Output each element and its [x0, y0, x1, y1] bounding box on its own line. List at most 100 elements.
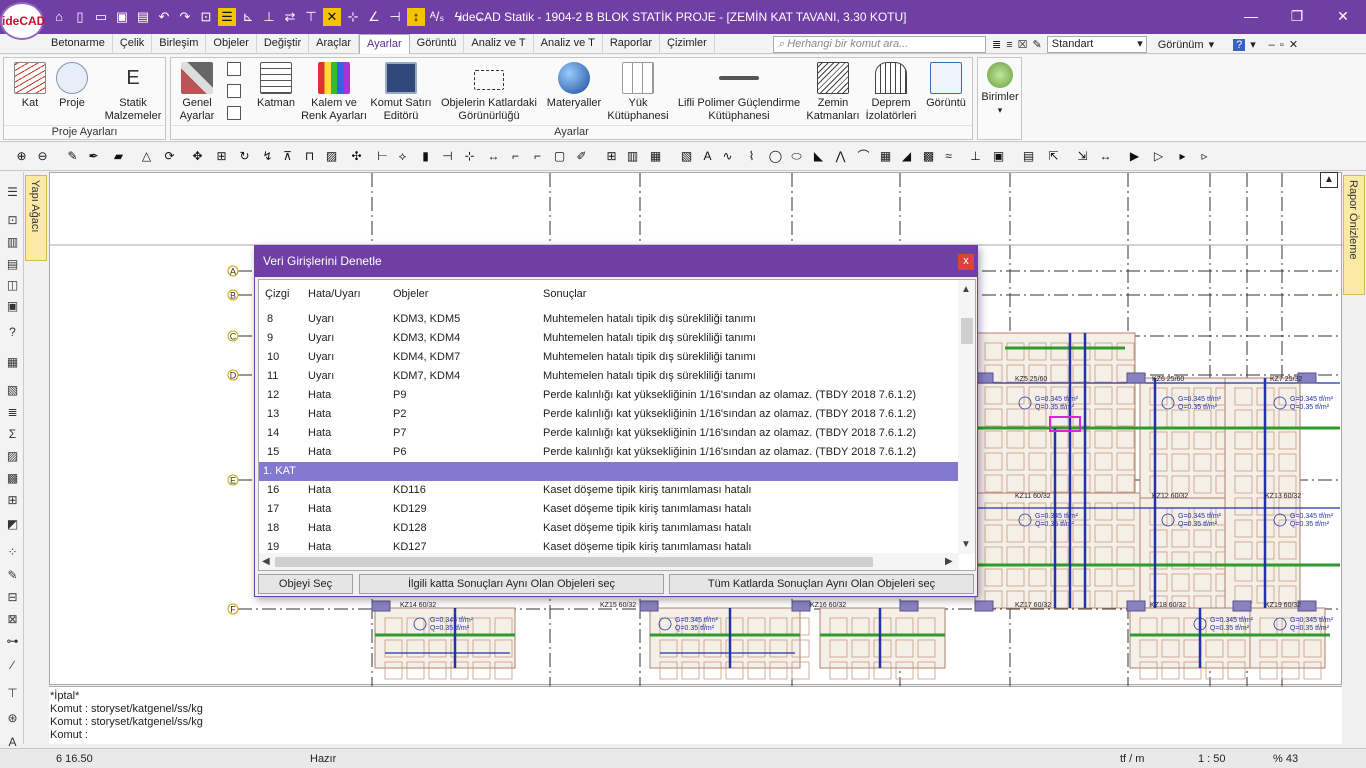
side-tool-icon[interactable]: ▧ [4, 382, 21, 399]
close-window-button[interactable]: ✕ [1320, 0, 1366, 32]
horizontal-scroll-thumb[interactable] [275, 557, 873, 567]
save-icon[interactable]: ▣ [113, 8, 131, 26]
side-tool-icon[interactable]: ▨ [4, 448, 21, 465]
extend-icon[interactable]: ⊹ [344, 8, 362, 26]
side-tool-icon[interactable]: Σ [4, 426, 21, 443]
drawing-tool-icon[interactable]: ⬭ [789, 149, 804, 164]
drawing-tool-icon[interactable]: ✥ [190, 149, 205, 164]
drawing-tool-icon[interactable]: ⊖ [35, 149, 50, 164]
drawing-tool-icon[interactable]: ▨ [324, 149, 339, 164]
objelerin-gorunurlugu-button[interactable]: Objelerin Katlardaki Görünürlüğü [435, 62, 543, 123]
text-ab-icon[interactable]: ᴬ/ₛ [428, 8, 446, 26]
side-tool-icon[interactable]: ▥ [4, 234, 21, 251]
drawing-tool-icon[interactable]: ⋀ [833, 149, 848, 164]
mdi-restore-icon[interactable]: ▫ [1280, 39, 1284, 51]
drawing-tool-icon[interactable]: ↔ [1098, 149, 1113, 164]
zoom-window-icon[interactable]: ⊡ [197, 8, 215, 26]
side-tool-icon[interactable]: ⊶ [4, 633, 21, 650]
small-settings-icon-2[interactable] [227, 84, 241, 98]
tab-10[interactable]: Analiz ve T [534, 34, 603, 54]
table-row[interactable]: 16 Hata KD116 Kaset döşeme tipik kiriş tanı… [259, 481, 959, 500]
table-row[interactable]: 8 Uyarı KDM3, KDM5 Muhtemelen hatalı tipik … [259, 310, 959, 329]
goruntu-ayar-button[interactable]: Görüntü [921, 62, 971, 110]
drawing-tool-icon[interactable]: ▶ [1127, 149, 1142, 164]
drawing-tool-icon[interactable]: ◯ [768, 149, 783, 164]
tab-2[interactable]: Çelik [113, 34, 153, 54]
move-icon[interactable]: ⇄ [281, 8, 299, 26]
dialog-title-bar[interactable]: Veri Girişlerini Denetle x [255, 246, 977, 277]
scroll-up-icon[interactable]: ▲ [961, 284, 971, 295]
drawing-tool-icon[interactable]: ▣ [991, 149, 1006, 164]
mdi-close-icon[interactable]: ✕ [1289, 38, 1298, 51]
side-tool-icon[interactable]: ⊛ [4, 710, 21, 727]
app-logo[interactable]: ideCAD [2, 4, 45, 38]
table-row[interactable]: 11 Uyarı KDM7, KDM4 Muhtemelen hatalı tipik… [259, 367, 959, 386]
drawing-tool-icon[interactable]: ⇲ [1075, 149, 1090, 164]
tab-6[interactable]: Araçlar [309, 34, 359, 54]
scroll-down-icon[interactable]: ▼ [961, 539, 971, 550]
drawing-tool-icon[interactable]: ⊞ [214, 149, 229, 164]
drawing-tool-icon[interactable]: ▮ [418, 149, 433, 164]
side-tool-icon[interactable]: ⊠ [4, 611, 21, 628]
column-header-cizgi[interactable]: Çizgi [265, 288, 289, 300]
drawing-tool-icon[interactable]: ⌒ [856, 149, 871, 164]
statik-malzemeler-button[interactable]: E Statik Malzemeler [104, 62, 162, 123]
scroll-right-icon[interactable]: ▶ [945, 556, 953, 567]
rapor-onizleme-panel-tab[interactable]: Rapor Önizleme [1343, 175, 1365, 295]
snap-icon[interactable]: ⊾ [239, 8, 257, 26]
drawing-tool-icon[interactable]: ↻ [237, 149, 252, 164]
birimler-button[interactable]: Birimler ▾ [980, 62, 1020, 117]
tab-3[interactable]: Birleşim [152, 34, 207, 54]
restore-button[interactable]: ❐ [1274, 0, 1320, 32]
vertical-scrollbar[interactable]: ▲ ▼ [958, 280, 975, 554]
angle-icon[interactable]: ∠ [365, 8, 383, 26]
deprem-izolatorleri-button[interactable]: Deprem İzolatörleri [861, 62, 921, 123]
side-tool-icon[interactable]: ◫ [4, 277, 21, 294]
drawing-tool-icon[interactable]: ⌇ [744, 149, 759, 164]
ortho-icon[interactable]: ⊥ [260, 8, 278, 26]
drawing-tool-icon[interactable]: ✣ [349, 149, 364, 164]
horizontal-scrollbar[interactable]: ◀ ▶ [259, 553, 959, 570]
drawing-tool-icon[interactable]: ▷ [1151, 149, 1166, 164]
mdi-minimize-icon[interactable]: – [1269, 39, 1275, 51]
layers-edit-icon[interactable]: ≡ [1006, 39, 1012, 51]
tab-8[interactable]: Görüntü [410, 34, 465, 54]
drawing-tool-icon[interactable]: ▦ [648, 149, 663, 164]
side-tool-icon[interactable]: ⊞ [4, 492, 21, 509]
vertical-scroll-thumb[interactable] [961, 318, 973, 344]
drawing-tool-icon[interactable]: ⊹ [462, 149, 477, 164]
drawing-tool-icon[interactable]: ⌐ [508, 149, 523, 164]
drawing-tool-icon[interactable]: ⟡ [395, 149, 410, 164]
home-icon[interactable]: ⌂ [50, 8, 68, 26]
canvas-collapse-icon[interactable]: ▲ [1320, 172, 1338, 188]
side-tool-icon[interactable]: ◩ [4, 516, 21, 533]
tab-11[interactable]: Raporlar [603, 34, 661, 54]
drawing-tool-icon[interactable]: △ [139, 149, 154, 164]
checkbox-icon[interactable]: ☒ [1018, 38, 1028, 51]
drawing-tool-icon[interactable]: ▥ [625, 149, 640, 164]
kat-button[interactable]: Kat [10, 62, 50, 110]
measure-icon[interactable]: ⊣ [386, 8, 404, 26]
column-header-objeler[interactable]: Objeler [393, 288, 428, 300]
proje-button[interactable]: Proje [52, 62, 92, 110]
drawing-tool-icon[interactable]: ↔ [486, 149, 501, 164]
drawing-tool-icon[interactable]: ◣ [811, 149, 826, 164]
drawing-tool-icon[interactable]: ∿ [720, 149, 735, 164]
drawing-tool-icon[interactable]: ◢ [899, 149, 914, 164]
lightning-icon[interactable]: ϟ [449, 8, 467, 26]
side-tool-icon[interactable]: ≣ [4, 404, 21, 421]
lifli-polimer-button[interactable]: Lifli Polimer Güçlendirme Kütüphanesi [671, 62, 807, 123]
drawing-tool-icon[interactable]: ⊞ [604, 149, 619, 164]
drawing-tool-icon[interactable]: ⊕ [14, 149, 29, 164]
open-folder-icon[interactable]: ▭ [92, 8, 110, 26]
layers-stack-icon[interactable]: ≣ [992, 38, 1001, 51]
side-tool-icon[interactable]: ⊤ [4, 685, 21, 702]
trim-icon[interactable]: ⊤ [302, 8, 320, 26]
view-dropdown[interactable]: Görünüm [1158, 39, 1204, 51]
help-dropdown-icon[interactable]: ▾ [1250, 38, 1256, 51]
tab-9[interactable]: Analiz ve T [464, 34, 534, 54]
table-row[interactable]: 13 Hata P2 Perde kalınlığı kat yüksekliğini… [259, 405, 959, 424]
side-tool-icon[interactable]: ✎ [4, 567, 21, 584]
drawing-tool-icon[interactable]: ▦ [878, 149, 893, 164]
table-row[interactable]: 17 Hata KD129 Kaset döşeme tipik kiriş tanı… [259, 500, 959, 519]
